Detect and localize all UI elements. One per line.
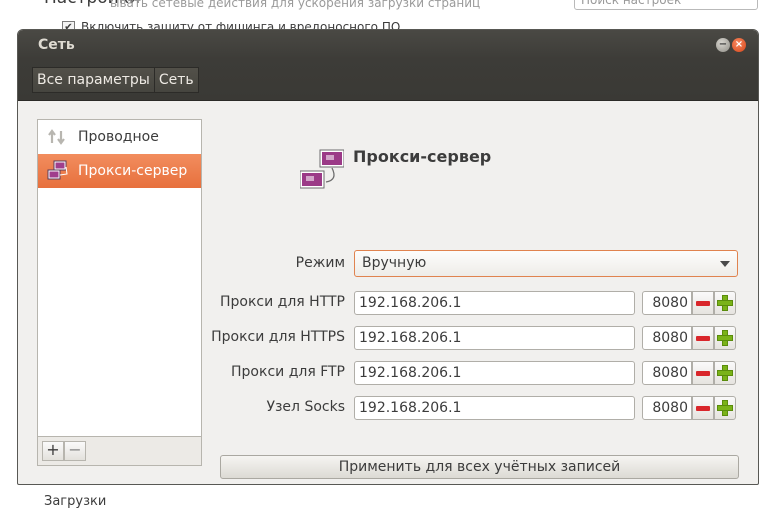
mode-label: Режим bbox=[295, 255, 345, 271]
ftp-port-decrement-button[interactable] bbox=[692, 361, 714, 385]
proxy-header-icon bbox=[299, 148, 345, 196]
chevron-down-icon bbox=[720, 261, 730, 267]
minimize-button[interactable]: − bbox=[716, 37, 730, 52]
page-title: Прокси-сервер bbox=[353, 147, 492, 166]
plus-icon bbox=[717, 365, 733, 381]
sidebar-item-wired[interactable]: Проводное bbox=[38, 120, 201, 154]
apply-system-wide-button[interactable]: Применить для всех учётных записей bbox=[220, 455, 739, 479]
socks-port-increment-button[interactable] bbox=[714, 396, 736, 420]
ftp-proxy-label: Прокси для FTP bbox=[231, 364, 345, 380]
network-dialog: Сеть − × Все параметры Сеть Проводное Пр… bbox=[17, 29, 759, 485]
http-proxy-port-input[interactable]: 8080 bbox=[642, 291, 692, 315]
titlebar[interactable]: Сеть − × bbox=[18, 30, 758, 59]
breadcrumb-all-settings[interactable]: Все параметры bbox=[32, 66, 155, 93]
mode-select[interactable]: Вручную bbox=[354, 250, 738, 277]
socks-host-label: Узел Socks bbox=[266, 399, 345, 415]
sidebar-item-proxy[interactable]: Прокси-сервер bbox=[38, 154, 201, 188]
window-title: Сеть bbox=[38, 36, 75, 53]
ftp-port-increment-button[interactable] bbox=[714, 361, 736, 385]
minus-icon bbox=[696, 335, 710, 341]
minus-icon bbox=[696, 300, 710, 306]
https-port-decrement-button[interactable] bbox=[692, 326, 714, 350]
proxy-icon bbox=[46, 160, 68, 182]
background-partial-text: ывать сетевые действия для ускорения заг… bbox=[110, 0, 481, 10]
downloads-heading: Загрузки bbox=[44, 494, 107, 509]
http-proxy-host-input[interactable]: 192.168.206.1 bbox=[354, 291, 635, 315]
close-button[interactable]: × bbox=[732, 37, 746, 52]
socks-port-input[interactable]: 8080 bbox=[642, 396, 692, 420]
ftp-proxy-port-input[interactable]: 8080 bbox=[642, 361, 692, 385]
toolbar: Все параметры Сеть bbox=[18, 59, 758, 101]
https-proxy-label: Прокси для HTTPS bbox=[211, 329, 345, 345]
settings-search-input[interactable]: Поиск настроек bbox=[574, 0, 758, 10]
socks-port-decrement-button[interactable] bbox=[692, 396, 714, 420]
plus-icon bbox=[717, 400, 733, 416]
connections-list: Проводное Прокси-сервер bbox=[37, 119, 202, 437]
mode-select-value: Вручную bbox=[362, 255, 427, 271]
plus-icon bbox=[717, 330, 733, 346]
window-controls: − × bbox=[716, 37, 746, 52]
plus-icon bbox=[717, 295, 733, 311]
minus-icon bbox=[696, 370, 710, 376]
http-port-decrement-button[interactable] bbox=[692, 291, 714, 315]
https-port-increment-button[interactable] bbox=[714, 326, 736, 350]
https-proxy-port-input[interactable]: 8080 bbox=[642, 326, 692, 350]
remove-connection-button[interactable]: − bbox=[64, 441, 86, 461]
breadcrumb-network[interactable]: Сеть bbox=[154, 66, 199, 93]
dialog-content: Проводное Прокси-сервер + − Прокси-серве… bbox=[18, 101, 758, 484]
sidebar-item-label: Прокси-сервер bbox=[78, 163, 188, 179]
http-port-increment-button[interactable] bbox=[714, 291, 736, 315]
ftp-proxy-host-input[interactable]: 192.168.206.1 bbox=[354, 361, 635, 385]
add-connection-button[interactable]: + bbox=[42, 441, 64, 461]
wired-network-icon bbox=[46, 126, 68, 148]
https-proxy-host-input[interactable]: 192.168.206.1 bbox=[354, 326, 635, 350]
socks-host-input[interactable]: 192.168.206.1 bbox=[354, 396, 635, 420]
list-toolbar: + − bbox=[37, 437, 202, 466]
http-proxy-label: Прокси для HTTP bbox=[219, 294, 345, 310]
minus-icon bbox=[696, 405, 710, 411]
sidebar-item-label: Проводное bbox=[78, 129, 159, 145]
